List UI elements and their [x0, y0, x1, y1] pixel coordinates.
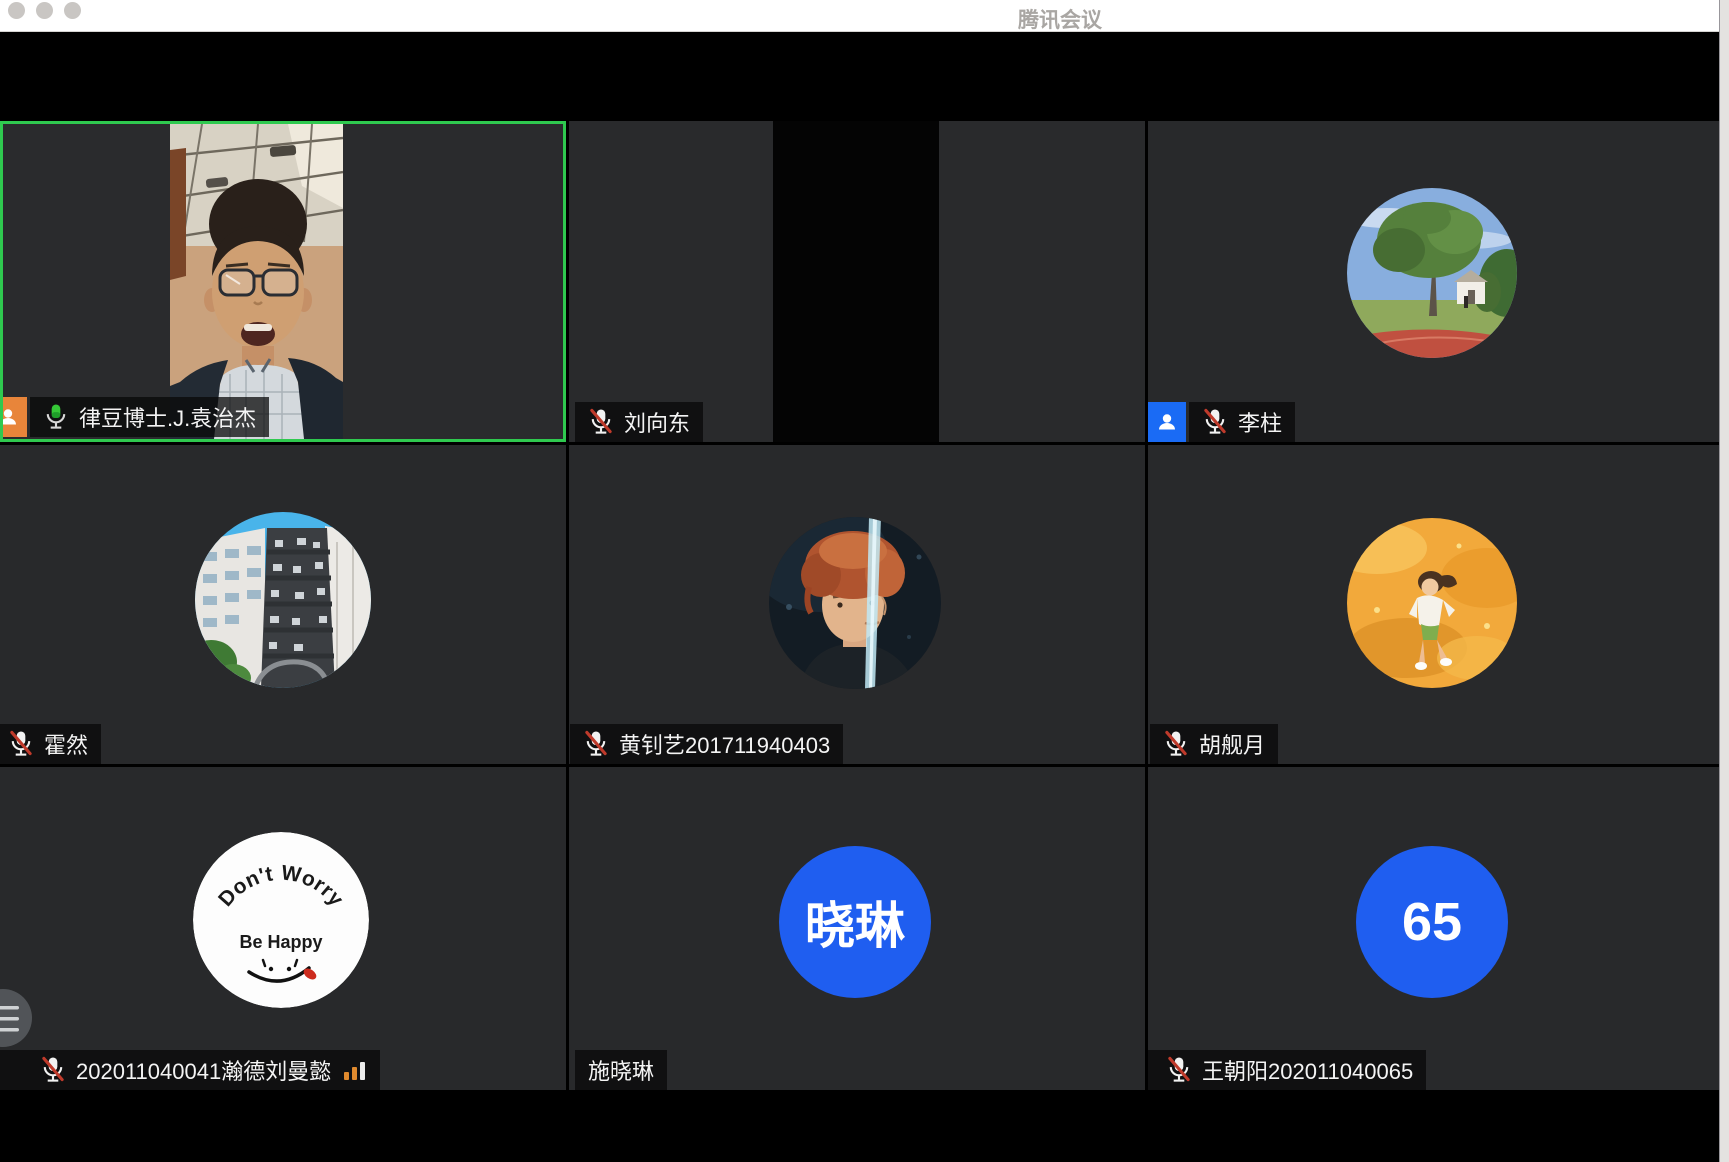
title-bar: 腾讯会议	[0, 0, 1719, 32]
avatar-initials: 65	[1402, 891, 1462, 953]
microphone-active-icon	[43, 402, 69, 432]
avatar-sub-text: Be Happy	[239, 932, 322, 952]
participant-tile-8[interactable]: 晓琳 施晓琳	[569, 767, 1145, 1090]
participant-tile-2[interactable]: 刘向东	[569, 121, 1145, 442]
participant-tile-9[interactable]: 65 王朝阳202011040065	[1148, 767, 1719, 1090]
network-signal-icon	[343, 1060, 367, 1080]
participant-name: 胡舰月	[1199, 728, 1265, 760]
participant-name: 李柱	[1238, 406, 1282, 438]
participant-tile-3[interactable]: 李柱	[1148, 121, 1719, 442]
desktop-edge	[1719, 0, 1729, 1162]
member-badge	[1148, 402, 1186, 442]
participant-name: 刘向东	[624, 406, 690, 438]
avatar: 晓琳	[779, 846, 931, 998]
avatar: 65	[1356, 846, 1508, 998]
member-list-button[interactable]	[0, 989, 32, 1047]
participant-name: 施晓琳	[588, 1054, 654, 1086]
participant-name: 王朝阳202011040065	[1202, 1054, 1413, 1086]
window-title: 腾讯会议	[1018, 4, 1102, 34]
microphone-muted-icon	[1166, 1055, 1192, 1085]
avatar	[769, 517, 941, 689]
participant-tile-6[interactable]: 胡舰月	[1148, 445, 1719, 764]
microphone-muted-icon	[1202, 407, 1228, 437]
participant-name: 202011040041瀚德刘曼懿	[76, 1054, 331, 1086]
avatar-initials: 晓琳	[805, 886, 905, 958]
avatar	[195, 512, 371, 688]
microphone-muted-icon	[1163, 729, 1189, 759]
participant-name: 霍然	[44, 728, 88, 760]
video-feed	[170, 124, 343, 439]
avatar	[1347, 518, 1517, 688]
zoom-button[interactable]	[64, 2, 81, 19]
video-feed-dark	[773, 121, 939, 442]
microphone-muted-icon	[40, 1055, 66, 1085]
participant-list-icon	[0, 989, 28, 1047]
participant-tile-4[interactable]: 霍然	[0, 445, 566, 764]
microphone-muted-icon	[8, 729, 34, 759]
participant-name: 律豆博士.J.袁治杰	[79, 401, 256, 433]
meeting-window: 腾讯会议	[0, 0, 1729, 1162]
participant-tile-7[interactable]: Don't Worry Be Happy 202011040041瀚德刘曼懿	[0, 767, 566, 1090]
microphone-muted-icon	[588, 407, 614, 437]
avatar: Don't Worry Be Happy	[193, 832, 369, 1008]
avatar	[1347, 188, 1517, 358]
host-badge	[0, 397, 27, 437]
close-button[interactable]	[8, 2, 25, 19]
minimize-button[interactable]	[36, 2, 53, 19]
microphone-muted-icon	[583, 729, 609, 759]
participant-tile-5[interactable]: 黄钊艺201711940403	[569, 445, 1145, 764]
participant-name: 黄钊艺201711940403	[619, 728, 830, 760]
participant-tile-1[interactable]: 律豆博士.J.袁治杰	[0, 121, 566, 442]
